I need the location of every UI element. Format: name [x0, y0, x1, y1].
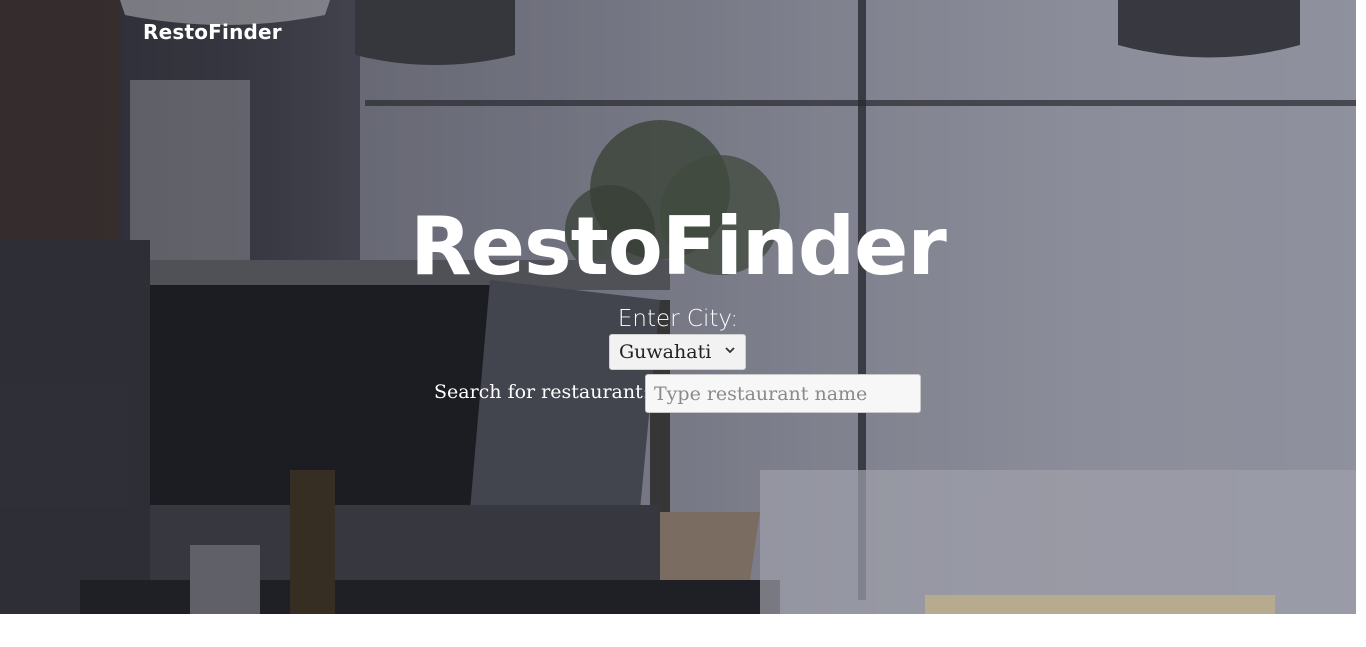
- hero-section: RestoFinder RestoFinder Enter City: Guwa…: [0, 0, 1356, 614]
- restaurant-search-input[interactable]: [645, 374, 921, 413]
- city-select-value: Guwahati: [619, 341, 712, 363]
- chevron-down-icon: [725, 347, 735, 354]
- navbar-brand-link[interactable]: RestoFinder: [143, 20, 282, 44]
- hero-title: RestoFinder: [410, 200, 947, 293]
- search-label: Search for restaurant:: [434, 381, 650, 403]
- city-select[interactable]: Guwahati: [609, 334, 746, 370]
- city-label: Enter City:: [617, 306, 739, 332]
